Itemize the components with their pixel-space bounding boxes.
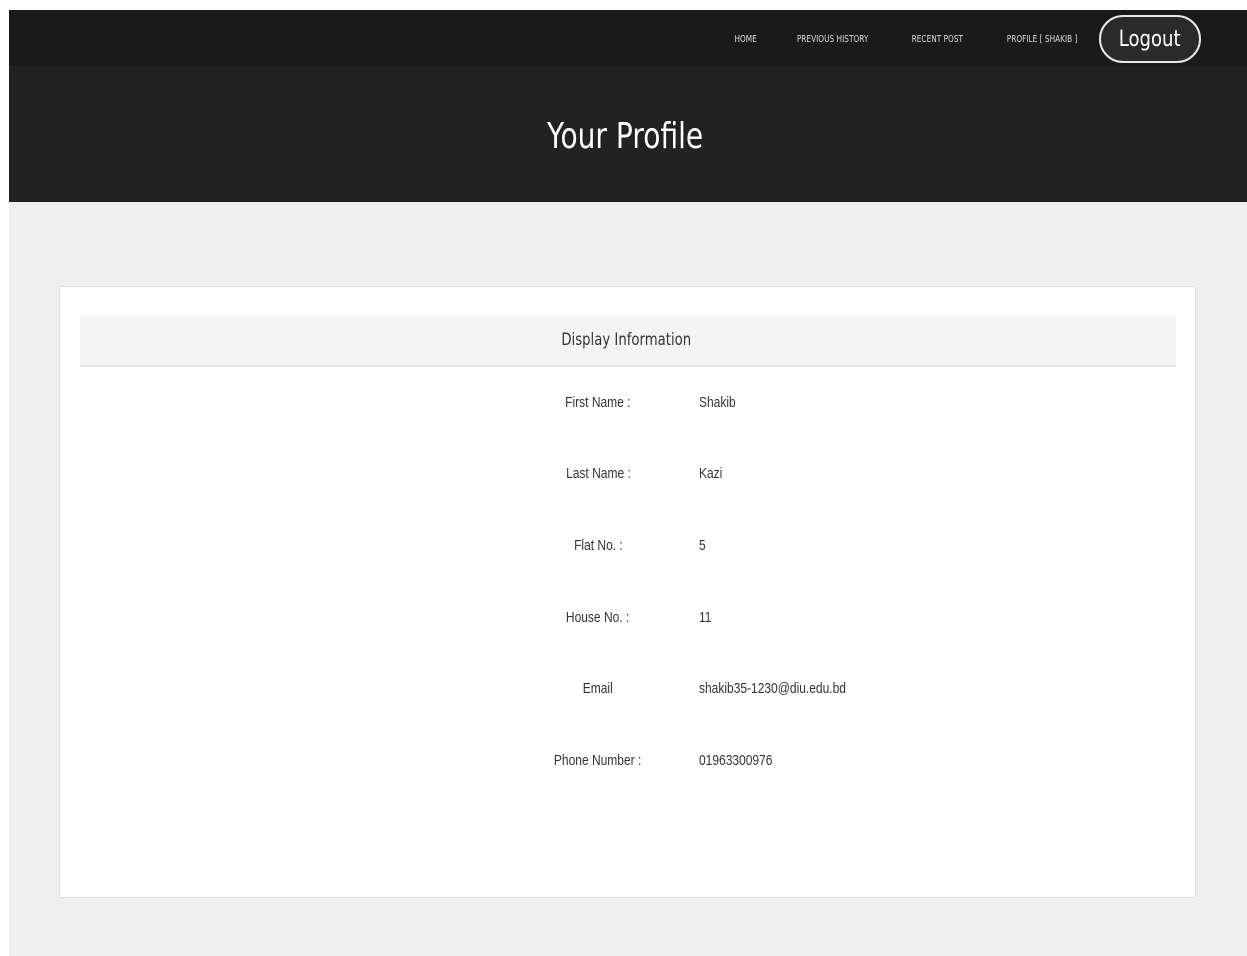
profile-card: Display Information First Name : Shakib …: [59, 286, 1196, 898]
last-name-label: Last Name :: [565, 465, 631, 482]
hero-banner: Your Profile: [9, 66, 1247, 202]
info-row-phone-number: Phone Number : 01963300976: [60, 752, 1195, 776]
card-header-title: Display Information: [561, 330, 691, 350]
info-row-house-no: House No. : 11: [60, 609, 1195, 633]
flat-no-value: 5: [699, 537, 706, 554]
nav-previous-history-link[interactable]: PREVIOUS HISTORY: [797, 34, 869, 45]
house-no-value: 11: [699, 609, 712, 626]
first-name-value: Shakib: [699, 394, 736, 411]
last-name-value: Kazi: [699, 465, 723, 482]
nav-recent-post-link[interactable]: RECENT POST: [912, 34, 963, 45]
top-navbar: HOME PREVIOUS HISTORY RECENT POST PROFIL…: [9, 10, 1247, 66]
flat-no-label: Flat No. :: [573, 537, 623, 554]
logout-button-label: Logout: [1119, 26, 1181, 52]
email-value: shakib35-1230@diu.edu.bd: [699, 680, 846, 697]
logout-button[interactable]: Logout: [1099, 15, 1201, 63]
info-row-flat-no: Flat No. : 5: [60, 537, 1195, 561]
nav-profile-link[interactable]: PROFILE [ SHAKIB ]: [1007, 34, 1078, 45]
info-row-email: Email shakib35-1230@diu.edu.bd: [60, 680, 1195, 704]
house-no-label: House No. :: [566, 609, 630, 626]
nav-home-link[interactable]: HOME: [734, 34, 756, 45]
phone-number-value: 01963300976: [699, 752, 773, 769]
first-name-label: First Name :: [565, 394, 631, 411]
info-row-last-name: Last Name : Kazi: [60, 465, 1195, 489]
phone-number-label: Phone Number :: [554, 752, 642, 769]
info-row-first-name: First Name : Shakib: [60, 394, 1195, 418]
page-title: Your Profile: [546, 115, 704, 157]
card-header: Display Information: [80, 315, 1176, 367]
email-label: Email: [582, 680, 613, 697]
nav-links: HOME PREVIOUS HISTORY RECENT POST PROFIL…: [732, 12, 1201, 66]
page-frame: HOME PREVIOUS HISTORY RECENT POST PROFIL…: [9, 10, 1247, 956]
